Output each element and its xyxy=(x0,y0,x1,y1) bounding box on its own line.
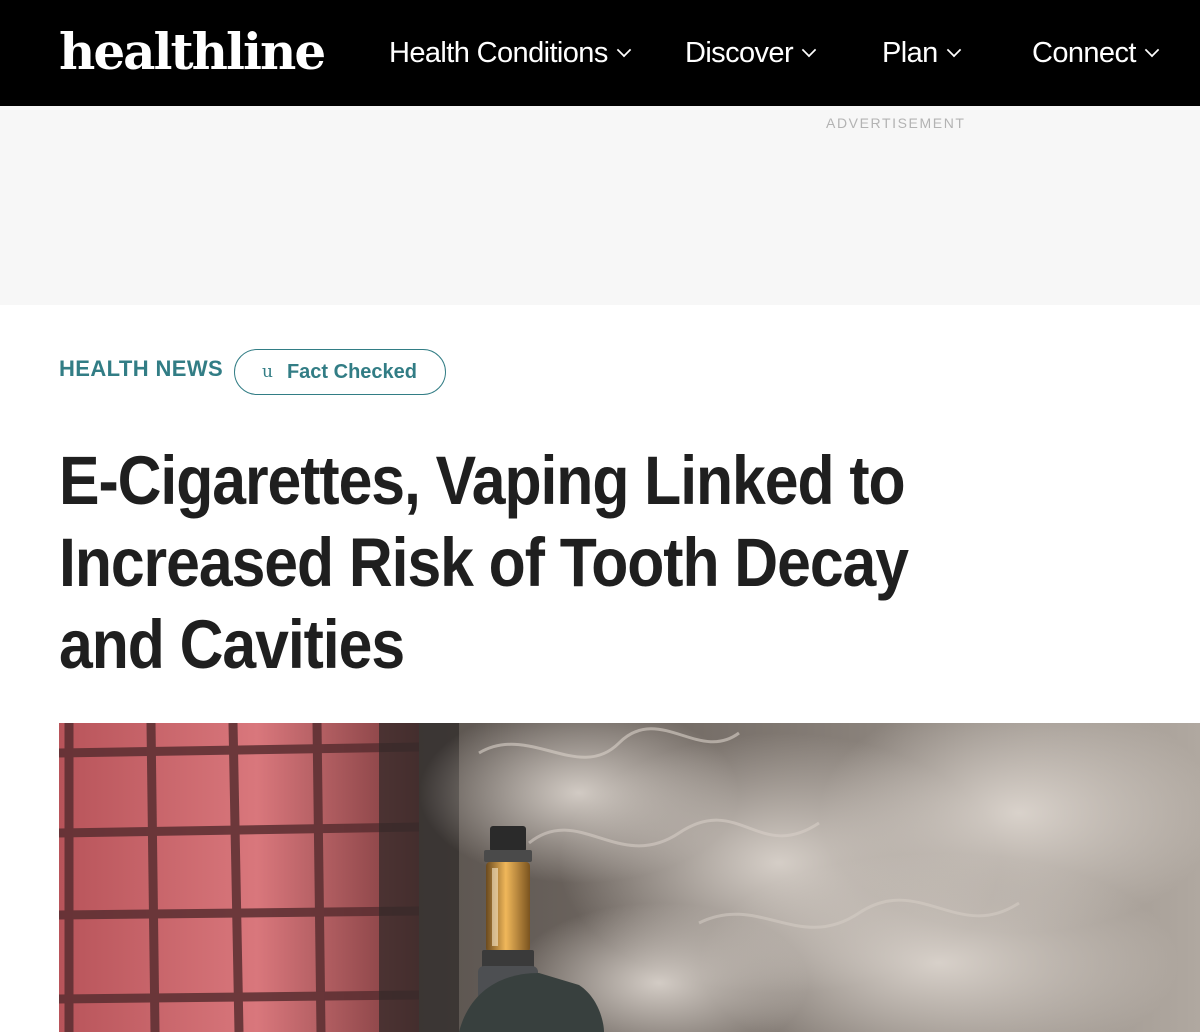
fact-checked-badge[interactable]: u Fact Checked xyxy=(234,349,446,395)
chevron-down-icon xyxy=(1144,42,1160,58)
fact-checked-label: Fact Checked xyxy=(286,360,418,383)
chevron-down-icon xyxy=(801,42,817,58)
section-link-health-news[interactable]: HEALTH NEWS xyxy=(59,356,223,382)
nav-connect-label: Connect xyxy=(1032,36,1136,69)
nav-connect[interactable]: Connect xyxy=(1032,32,1160,74)
hero-image-vape-photo xyxy=(59,723,1200,1032)
nav-discover[interactable]: Discover xyxy=(685,32,817,74)
healthline-logo[interactable]: healthline xyxy=(59,22,326,82)
nav-plan[interactable]: Plan xyxy=(882,32,961,74)
hero-image xyxy=(59,723,1200,1032)
chevron-down-icon xyxy=(616,42,631,58)
chevron-down-icon xyxy=(946,42,961,58)
nav-health-conditions[interactable]: Health Conditions xyxy=(389,32,631,74)
article-headline: E-Cigarettes, Vaping Linked to Increased… xyxy=(59,442,909,683)
nav-health-conditions-label: Health Conditions xyxy=(389,36,608,69)
top-navigation: healthline Health Conditions Discover Pl… xyxy=(0,0,1200,106)
nav-discover-label: Discover xyxy=(685,36,794,69)
advertisement-slot: ADVERTISEMENT xyxy=(0,106,1200,305)
nav-plan-label: Plan xyxy=(882,36,938,69)
check-icon: u xyxy=(262,362,273,382)
advertisement-label: ADVERTISEMENT xyxy=(826,115,966,131)
